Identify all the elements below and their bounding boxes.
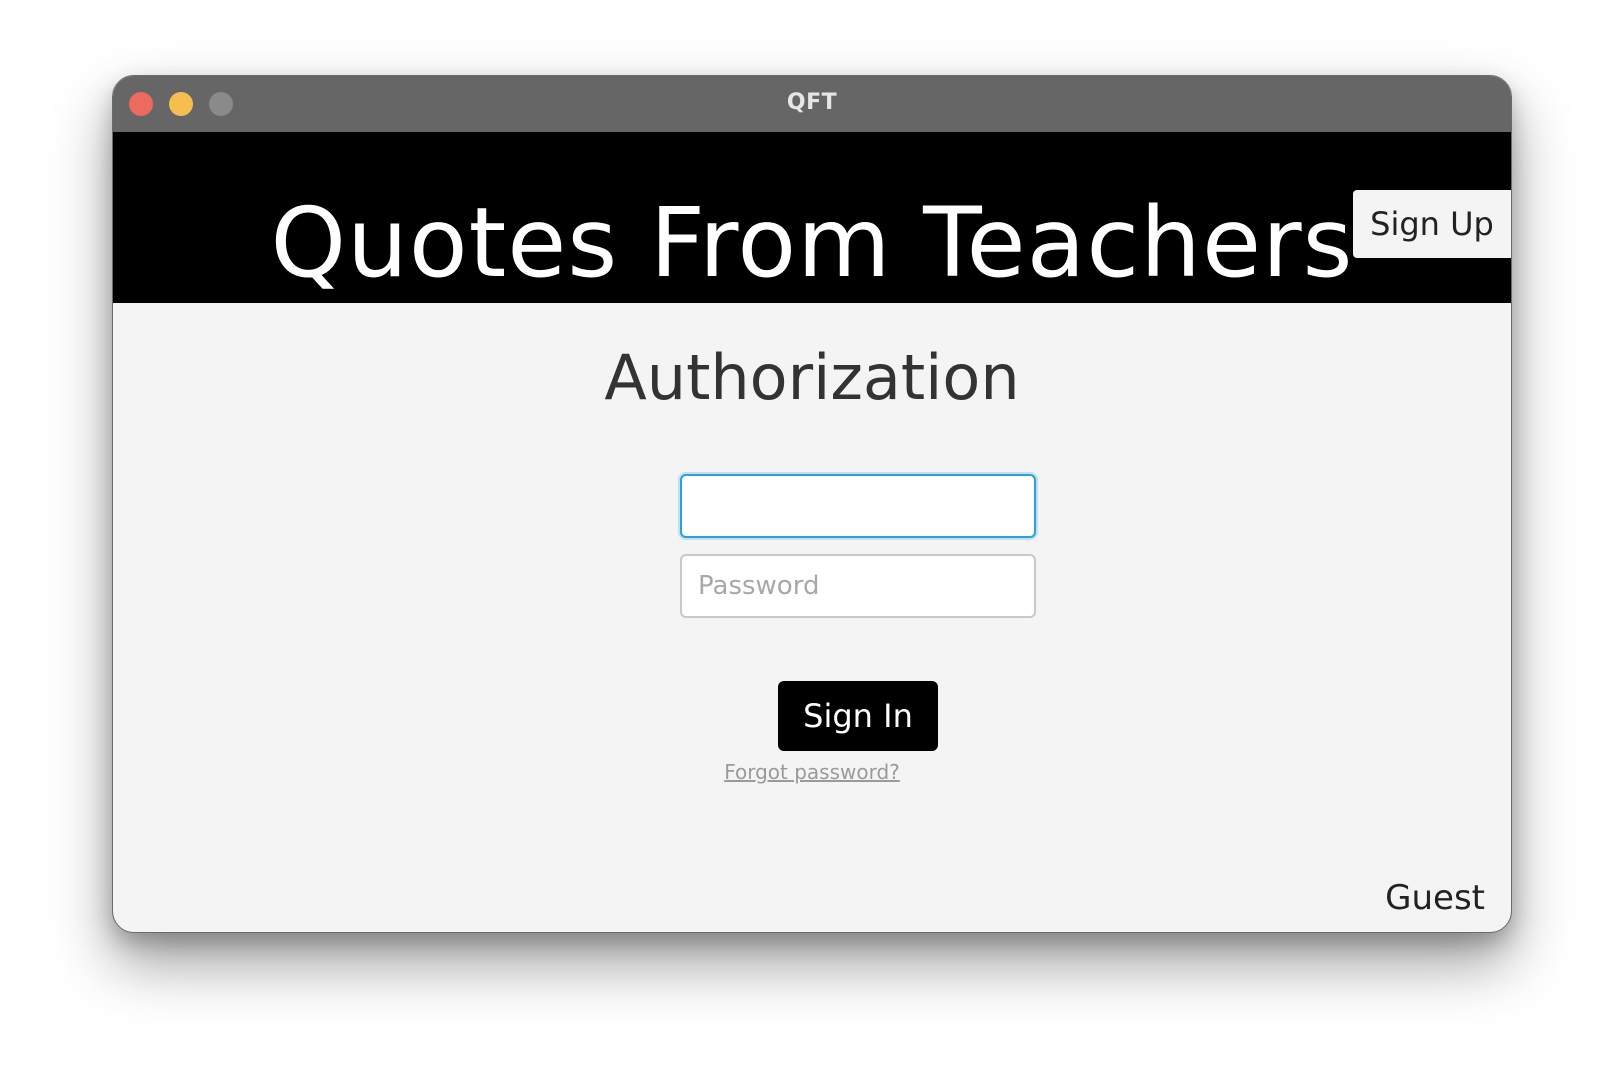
sign-up-button[interactable]: Sign Up [1353, 190, 1511, 258]
app-header: Quotes From Teachers Sign Up [113, 132, 1511, 303]
title-bar[interactable]: QFT [113, 76, 1511, 132]
username-input[interactable] [680, 474, 1036, 538]
user-status-label: Guest [1385, 878, 1485, 918]
page-title: Authorization [604, 341, 1020, 414]
window-title: QFT [786, 90, 838, 115]
app-title: Quotes From Teachers [270, 187, 1354, 299]
sign-in-button[interactable]: Sign In [778, 681, 938, 751]
password-input[interactable] [680, 554, 1036, 618]
forgot-password-link-row: Forgot password? [113, 760, 1511, 784]
app-window: QFT Quotes From Teachers Sign Up Authori… [112, 75, 1512, 933]
forgot-password-link[interactable]: Forgot password? [724, 760, 900, 784]
